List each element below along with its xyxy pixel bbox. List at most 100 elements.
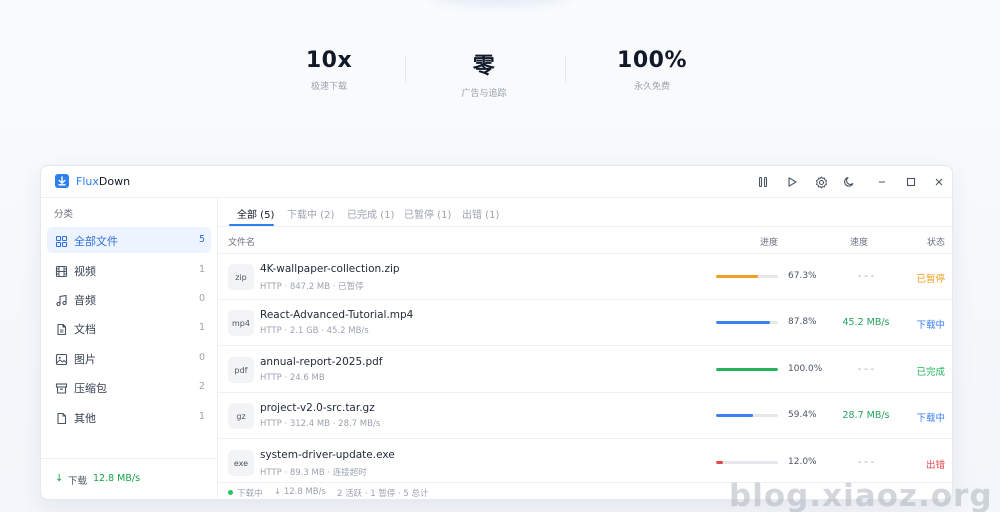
download-logo-icon: [55, 174, 69, 188]
download-row[interactable]: gz project-v2.0-src.tar.gz HTTP · 312.4 …: [218, 393, 952, 439]
sidebar-item-other[interactable]: 其他 1: [47, 404, 211, 430]
progress-fill: [716, 461, 724, 464]
tab-paused[interactable]: 已暂停 (1): [404, 206, 451, 221]
stat-label: 广告与追踪: [461, 89, 507, 99]
app-name: FluxDown: [76, 175, 130, 188]
stat-value: 100%: [617, 48, 687, 73]
file-meta: HTTP · 312.4 MB · 28.7 MB/s: [260, 419, 381, 429]
download-arrow-icon: ↓: [55, 473, 64, 484]
file-type-badge: zip: [228, 264, 254, 290]
progress-bar: [716, 461, 778, 464]
app-name-rest: Down: [98, 175, 131, 188]
download-row[interactable]: zip 4K-wallpaper-collection.zip HTTP · 8…: [218, 254, 952, 300]
dark-mode-icon[interactable]: [841, 174, 857, 190]
title-bar: FluxDown: [41, 166, 952, 198]
sidebar-title: 分类: [54, 209, 74, 220]
minimize-icon[interactable]: [874, 174, 890, 190]
sidebar-item-count: 1: [198, 322, 205, 333]
tab-completed[interactable]: 已完成 (1): [347, 206, 394, 221]
status-badge: 已完成: [916, 367, 945, 378]
sidebar-item-count: 5: [198, 234, 205, 245]
sidebar-item-audio[interactable]: 音频 0: [47, 286, 211, 312]
download-speed: 45.2 MB/s: [842, 317, 890, 328]
progress-percent: 87.8%: [788, 317, 817, 327]
start-all-icon[interactable]: [784, 174, 800, 190]
download-row[interactable]: mp4 React-Advanced-Tutorial.mp4 HTTP · 2…: [218, 300, 952, 346]
status-state: 下载中: [237, 489, 263, 499]
close-icon[interactable]: [931, 174, 947, 190]
table-header: 文件名 进度 速度 状态: [218, 227, 952, 254]
progress-bar: [716, 321, 778, 324]
main-panel: 全部 (5) 下载中 (2) 已完成 (1) 已暂停 (1) 出错 (1) 文件…: [218, 198, 952, 499]
music-icon: [55, 292, 68, 307]
grid-icon: [55, 233, 68, 248]
progress-percent: 59.4%: [788, 410, 817, 420]
progress-bar: [716, 368, 778, 371]
file-type-badge: pdf: [228, 357, 254, 383]
feature-stats: 10x 极速下载 零 广告与追踪 100% 永久免费: [0, 48, 1000, 99]
column-header-progress: 进度: [760, 238, 779, 248]
download-speed-label: 下载: [68, 476, 88, 487]
file-name: 4K-wallpaper-collection.zip: [260, 263, 400, 275]
tab-all[interactable]: 全部 (5): [237, 206, 274, 221]
app-window: FluxDown 分类 全部文件 5 视频 1 音频 0 文档 1 图片 0 压…: [40, 165, 953, 500]
sidebar-item-label: 其他: [74, 412, 96, 425]
sidebar-item-count: 2: [198, 381, 205, 392]
sidebar-item-all[interactable]: 全部文件 5: [47, 227, 211, 253]
app-name-accent: Flux: [76, 175, 99, 188]
file-meta: HTTP · 847.2 MB · 已暂停: [260, 282, 364, 292]
watermark: blog.xiaoz.org: [729, 478, 993, 512]
top-glow: [430, 0, 570, 4]
progress-percent: 12.0%: [788, 457, 817, 467]
file-meta: HTTP · 89.3 MB · 连接超时: [260, 468, 367, 478]
sidebar-item-label: 音频: [74, 294, 96, 307]
download-row[interactable]: pdf annual-report-2025.pdf HTTP · 24.6 M…: [218, 347, 952, 393]
download-speed: - - -: [857, 364, 875, 375]
sidebar-item-video[interactable]: 视频 1: [47, 257, 211, 283]
progress-percent: 67.3%: [788, 271, 817, 281]
maximize-icon[interactable]: [903, 174, 919, 190]
stat-label: 永久免费: [633, 82, 670, 92]
sidebar-item-label: 视频: [74, 265, 96, 278]
progress-fill: [716, 368, 778, 371]
stat-value: 零: [472, 54, 496, 79]
sidebar-item-count: 1: [198, 264, 205, 275]
progress-bar: [716, 414, 778, 417]
sidebar-item-documents[interactable]: 文档 1: [47, 315, 211, 341]
filter-tabs: 全部 (5) 下载中 (2) 已完成 (1) 已暂停 (1) 出错 (1): [218, 198, 952, 227]
progress-percent: 100.0%: [788, 364, 823, 374]
tab-downloading[interactable]: 下载中 (2): [287, 206, 334, 221]
sidebar-item-count: 0: [198, 293, 205, 304]
status-badge: 出错: [925, 460, 945, 471]
stat-divider: [565, 56, 566, 82]
file-name: React-Advanced-Tutorial.mp4: [260, 309, 414, 321]
pause-all-icon[interactable]: [755, 174, 771, 190]
status-badge: 已暂停: [916, 274, 945, 285]
tab-error[interactable]: 出错 (1): [462, 206, 499, 221]
stat-ads: 零 广告与追踪: [404, 48, 564, 99]
sidebar-item-label: 文档: [74, 323, 96, 336]
stat-value: 10x: [305, 48, 353, 73]
stat-speed: 10x 极速下载: [249, 48, 409, 92]
sidebar: 分类 全部文件 5 视频 1 音频 0 文档 1 图片 0 压缩包 2 其他 1…: [41, 198, 218, 499]
file-name: system-driver-update.exe: [260, 449, 395, 461]
sidebar-item-images[interactable]: 图片 0: [47, 345, 211, 371]
archive-icon: [55, 380, 68, 394]
sidebar-download-speed: ↓ 下载 12.8 MB/s: [41, 458, 218, 499]
status-speed: ↓ 12.8 MB/s: [274, 487, 326, 497]
column-header-speed: 速度: [850, 238, 869, 248]
sidebar-item-label: 压缩包: [74, 382, 107, 395]
file-type-badge: mp4: [228, 310, 254, 336]
progress-fill: [716, 414, 753, 417]
file-icon: [55, 410, 68, 425]
sidebar-item-count: 0: [198, 352, 205, 363]
progress-fill: [716, 321, 771, 324]
sidebar-item-label: 全部文件: [74, 235, 118, 248]
status-badge: 下载中: [916, 320, 945, 331]
film-icon: [55, 263, 68, 278]
file-meta: HTTP · 2.1 GB · 45.2 MB/s: [260, 326, 369, 336]
settings-icon[interactable]: [813, 174, 829, 190]
column-header-name: 文件名: [228, 238, 256, 248]
sidebar-item-archives[interactable]: 压缩包 2: [47, 374, 211, 400]
status-badge: 下载中: [916, 413, 945, 424]
